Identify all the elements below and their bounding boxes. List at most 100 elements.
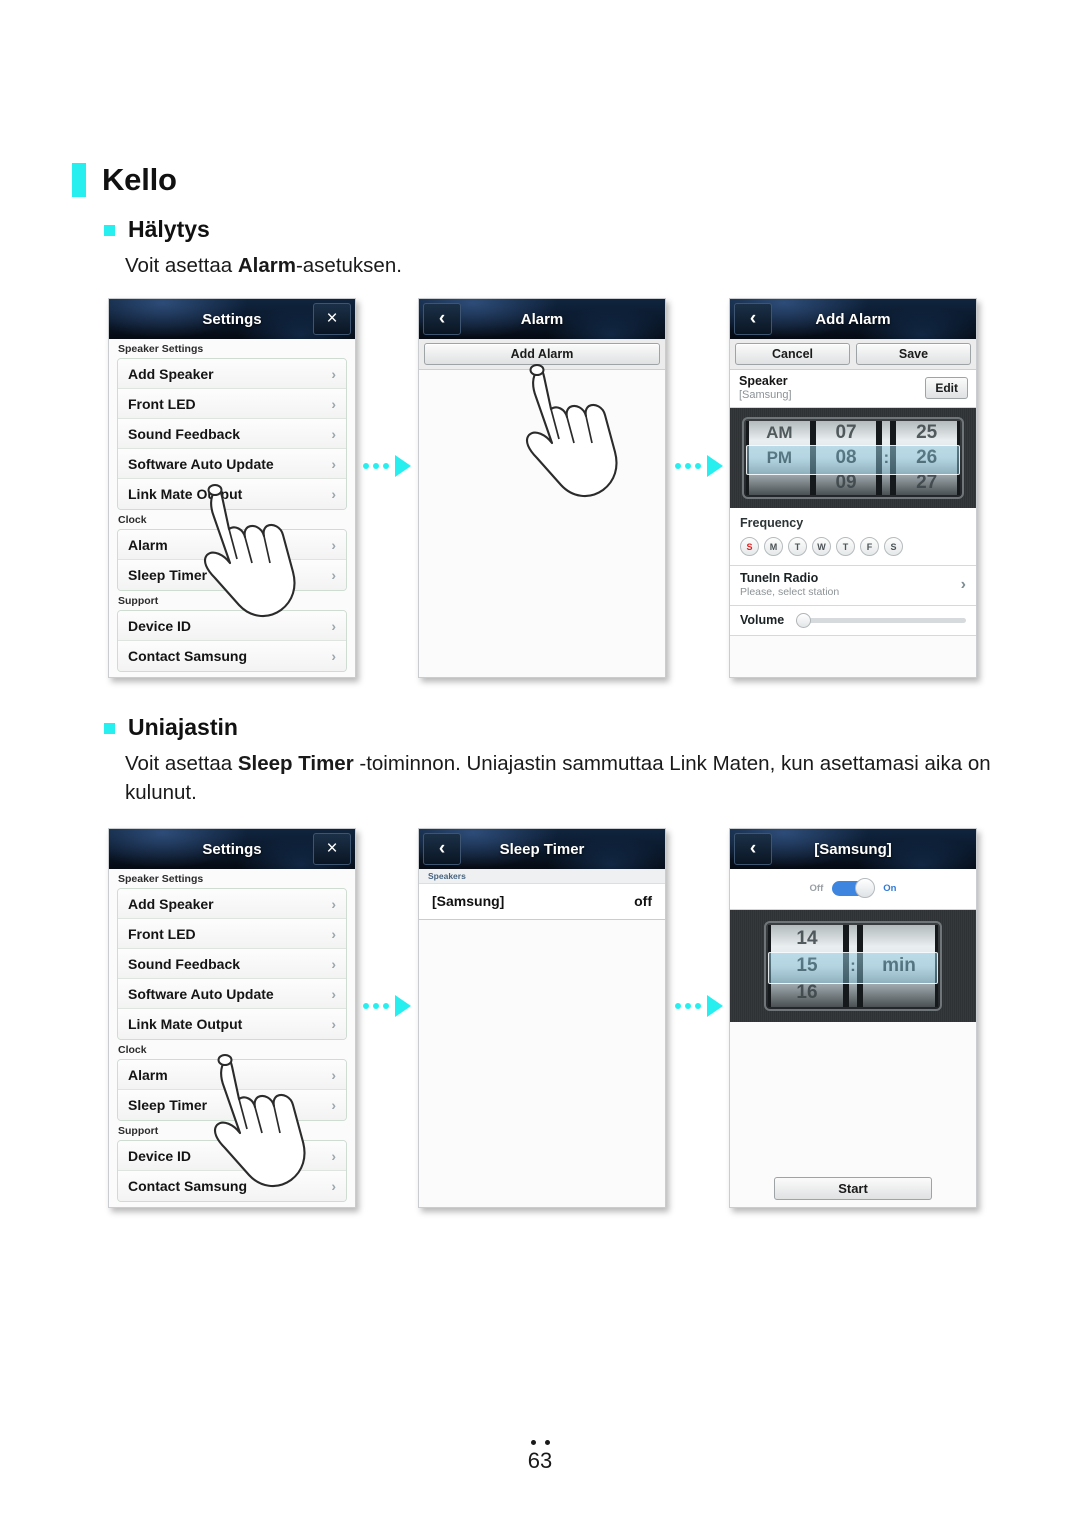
picker-value-below (749, 470, 810, 495)
speaker-value: [Samsung] (739, 389, 792, 401)
duration-picker-roller[interactable]: 14 15 16 : min (764, 921, 942, 1011)
settings-row-add-speaker[interactable]: Add Speaker › (118, 889, 346, 919)
day-toggle-tue[interactable]: T (788, 537, 807, 556)
arrow-dot (675, 1003, 681, 1009)
frequency-section: Frequency S M T W T F S (730, 508, 976, 566)
volume-slider-knob[interactable] (796, 612, 812, 628)
chevron-right-icon: › (331, 1016, 336, 1032)
row-label: Contact Samsung (128, 1178, 248, 1194)
back-icon[interactable]: ‹ (423, 303, 461, 335)
settings-row-front-led[interactable]: Front LED › (118, 919, 346, 949)
power-toggle-switch[interactable] (832, 878, 876, 898)
settings-row-alarm[interactable]: Alarm › (118, 530, 346, 560)
footer-dot (530, 1440, 536, 1445)
flow-arrow-1 (363, 455, 411, 477)
arrow-dot (363, 1003, 369, 1009)
chevron-right-icon: › (331, 955, 336, 972)
tunein-text: TuneIn Radio Please, select station (740, 571, 839, 599)
tunein-radio-row[interactable]: TuneIn Radio Please, select station › (730, 566, 976, 606)
cancel-save-bar: Cancel Save (730, 339, 976, 370)
day-toggle-mon[interactable]: M (764, 537, 783, 556)
start-button-wrap: Start (730, 1177, 976, 1200)
settings-row-sound-feedback[interactable]: Sound Feedback › (118, 419, 346, 449)
group-card-support: Device ID › Contact Samsung › (117, 1140, 347, 1202)
settings-row-contact-samsung[interactable]: Contact Samsung › (118, 1171, 346, 1201)
picker-column-meridiem[interactable]: AM PM (746, 421, 813, 495)
save-button[interactable]: Save (856, 343, 971, 365)
settings-row-add-speaker[interactable]: Add Speaker › (118, 359, 346, 389)
heading-accent-bar (72, 163, 86, 197)
picker-unit: min (882, 954, 916, 976)
settings-row-contact-samsung[interactable]: Contact Samsung › (118, 641, 346, 671)
arrow-dot (363, 463, 369, 469)
add-alarm-button[interactable]: Add Alarm (424, 343, 660, 365)
row-label: Software Auto Update (128, 985, 274, 1002)
day-toggle-wed[interactable]: W (812, 537, 831, 556)
row-label: Link Mate Output (128, 486, 243, 502)
tunein-subtitle: Please, select station (740, 586, 840, 598)
toggle-on-label: On (883, 883, 897, 894)
titlebar: ‹ [Samsung] (730, 829, 976, 869)
section-alarm: Hälytys Voit asettaa Alarm-asetuksen. (104, 216, 1025, 280)
section-alarm-title: Hälytys (128, 216, 210, 242)
page-title: Kello (72, 162, 177, 198)
group-card-speaker-settings: Add Speaker › Front LED › Sound Feedback › … (117, 358, 347, 510)
row-label: Software Auto Update (128, 455, 274, 472)
arrow-dot (373, 1003, 379, 1009)
group-label-support: Support (118, 595, 159, 607)
picker-value-below: 16 (796, 982, 818, 1004)
settings-row-sleep-timer[interactable]: Sleep Timer › (118, 1090, 346, 1120)
back-icon[interactable]: ‹ (423, 833, 461, 865)
row-label: Alarm (128, 536, 168, 553)
picker-column-unit[interactable]: min (860, 925, 938, 1007)
settings-row-sound-feedback[interactable]: Sound Feedback › (118, 949, 346, 979)
day-toggle-sat[interactable]: S (884, 537, 903, 556)
picker-separator: : (879, 421, 894, 495)
settings-row-software-auto-update[interactable]: Software Auto Update › (118, 449, 346, 479)
picker-column-minute[interactable]: 25 26 27 (893, 421, 961, 495)
back-icon[interactable]: ‹ (734, 303, 772, 335)
chevron-right-icon: › (331, 895, 336, 912)
day-toggle-thu[interactable]: T (836, 537, 855, 556)
settings-row-device-id[interactable]: Device ID › (118, 611, 346, 641)
settings-row-software-auto-update[interactable]: Software Auto Update › (118, 979, 346, 1009)
volume-slider[interactable] (796, 612, 966, 628)
back-icon[interactable]: ‹ (734, 833, 772, 865)
edit-button[interactable]: Edit (925, 377, 968, 399)
picker-cells: : (849, 925, 857, 1007)
screen-body: Cancel Save Speaker [Samsung] Edit AM PM (730, 339, 976, 677)
speaker-list-item[interactable]: [Samsung] off (419, 884, 665, 920)
settings-row-alarm[interactable]: Alarm › (118, 1060, 346, 1090)
time-picker-roller[interactable]: AM PM 07 08 09: 25 26 27 (742, 417, 964, 499)
group-label-clock: Clock (118, 514, 147, 526)
cancel-button[interactable]: Cancel (735, 343, 850, 365)
row-label: Sleep Timer (128, 567, 208, 583)
picker-value-selected: 26 (916, 447, 938, 468)
close-icon[interactable]: × (313, 303, 351, 335)
settings-row-sleep-timer[interactable]: Sleep Timer › (118, 560, 346, 590)
close-icon[interactable]: × (313, 833, 351, 865)
group-label-support: Support (118, 1125, 159, 1137)
picker-column-minutes[interactable]: 14 15 16 (768, 925, 846, 1007)
settings-row-link-mate-output[interactable]: Link Mate Output › (118, 1009, 346, 1039)
day-toggle-sun[interactable]: S (740, 537, 759, 556)
settings-row-front-led[interactable]: Front LED › (118, 389, 346, 419)
screen-body: Off On 14 15 16: min Start (730, 869, 976, 1207)
day-toggle-fri[interactable]: F (860, 537, 879, 556)
row-label: Alarm (128, 1066, 168, 1083)
settings-row-link-mate-output[interactable]: Link Mate Output › (118, 479, 346, 509)
body-pre: Voit asettaa (125, 254, 238, 277)
picker-value-above: 14 (796, 927, 818, 949)
picker-cells: 07 08 09 (816, 421, 877, 495)
picker-column-hour[interactable]: 07 08 09 (812, 421, 880, 495)
start-button[interactable]: Start (774, 1177, 932, 1200)
section-alarm-heading: Hälytys (104, 216, 1025, 243)
toggle-knob[interactable] (855, 878, 876, 898)
settings-row-device-id[interactable]: Device ID › (118, 1141, 346, 1171)
screen-body: Speakers [Samsung] off (419, 869, 665, 1207)
chevron-right-icon: › (331, 1147, 336, 1164)
group-card-support: Device ID › Contact Samsung › (117, 610, 347, 672)
chevron-right-icon: › (331, 1097, 336, 1113)
picker-cells: 14 15 16 (771, 925, 843, 1007)
speaker-state: off (634, 893, 652, 909)
